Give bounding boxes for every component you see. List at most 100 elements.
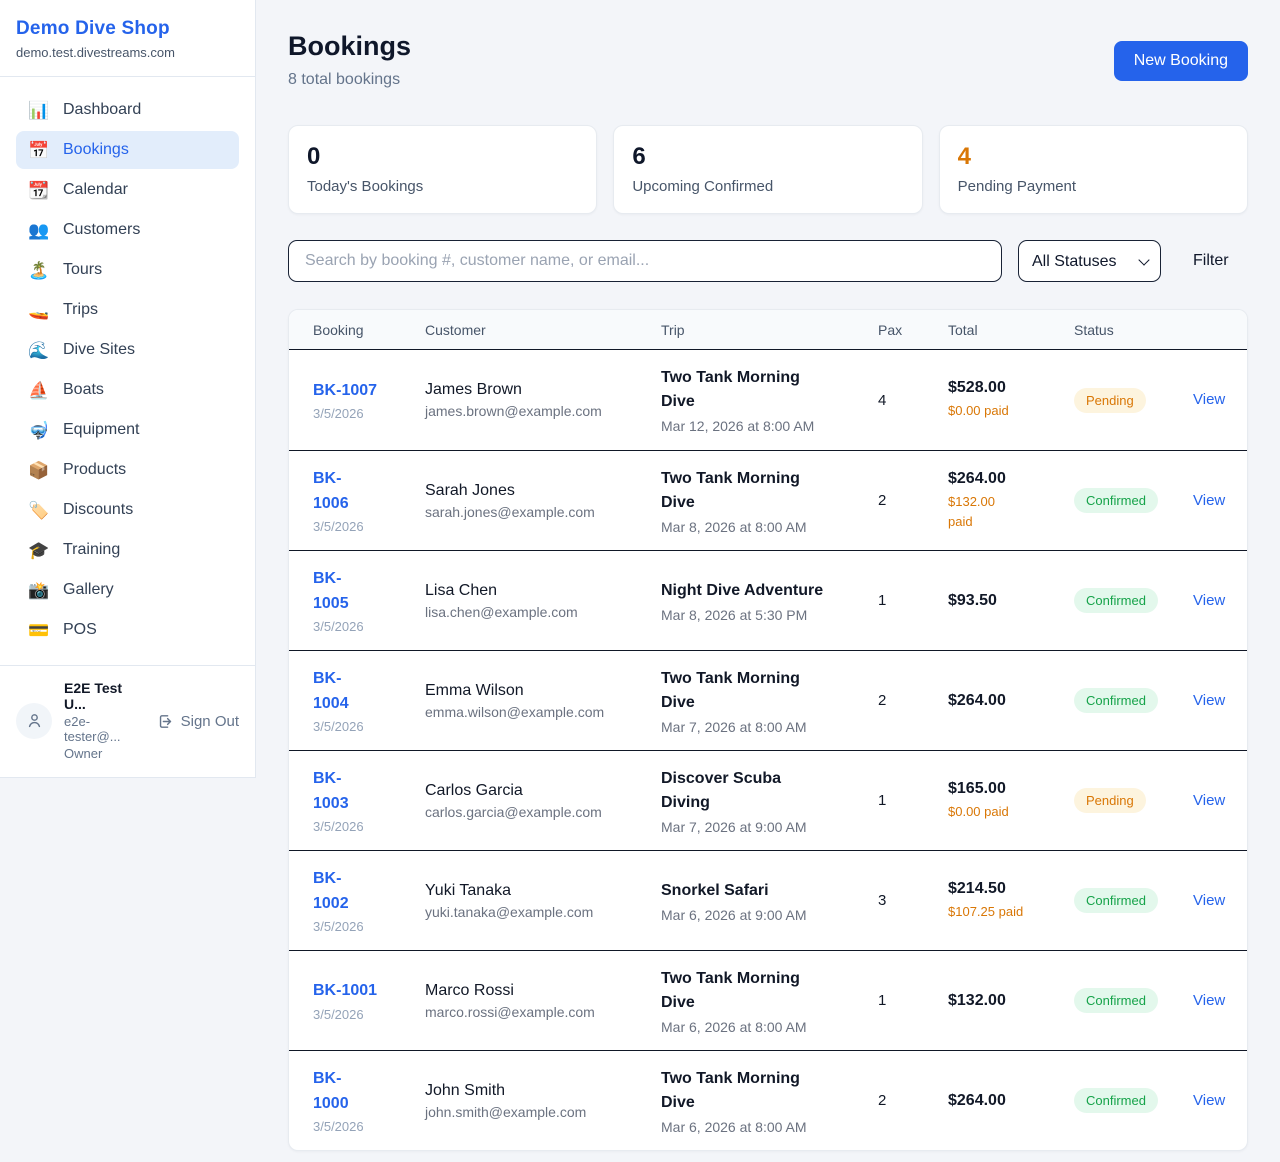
sidebar-item-discounts[interactable]: 🏷️ Discounts — [16, 491, 239, 529]
column-header-booking: Booking — [313, 322, 425, 338]
booking-id-link[interactable]: BK- 1006 — [313, 467, 411, 517]
sidebar-item-pos[interactable]: 💳 POS — [16, 611, 239, 649]
sidebar-item-label: Training — [63, 541, 120, 559]
user-email: e2e-tester@... — [64, 714, 145, 744]
status-select[interactable]: All Statuses — [1018, 240, 1161, 282]
column-header-pax: Pax — [878, 322, 948, 338]
status-badge: Confirmed — [1074, 688, 1158, 713]
customer-name: Carlos Garcia — [425, 782, 647, 800]
logout-icon — [157, 713, 174, 730]
paid-amount: $0.00 paid — [948, 802, 1060, 822]
view-link[interactable]: View — [1193, 592, 1225, 609]
view-link[interactable]: View — [1193, 792, 1225, 809]
status-badge: Confirmed — [1074, 988, 1158, 1013]
stat-card-today-s-bookings: 0 Today's Bookings — [288, 125, 597, 214]
status-badge: Confirmed — [1074, 488, 1158, 513]
pax-count: 3 — [878, 892, 948, 909]
sidebar-item-trips[interactable]: 🚤 Trips — [16, 291, 239, 329]
sign-out-button[interactable]: Sign Out — [157, 713, 239, 730]
total-amount: $264.00 — [948, 1092, 1060, 1110]
sidebar-item-tours[interactable]: 🏝️ Tours — [16, 251, 239, 289]
table-row: BK- 1005 3/5/2026 Lisa Chen lisa.chen@ex… — [289, 550, 1247, 650]
booking-id-link[interactable]: BK- 1004 — [313, 667, 411, 717]
booking-id-link[interactable]: BK- 1003 — [313, 767, 411, 817]
trip-name: Two Tank Morning Dive — [661, 467, 864, 515]
stats-cards: 0Today's Bookings6Upcoming Confirmed4Pen… — [288, 125, 1248, 214]
table-row: BK- 1004 3/5/2026 Emma Wilson emma.wilso… — [289, 650, 1247, 750]
stat-value: 0 — [307, 143, 578, 171]
sidebar-item-gallery[interactable]: 📸 Gallery — [16, 571, 239, 609]
view-link[interactable]: View — [1193, 692, 1225, 709]
speedboat-icon: 🚤 — [28, 302, 50, 319]
booking-id-link[interactable]: BK- 1005 — [313, 567, 411, 617]
table-row: BK- 1002 3/5/2026 Yuki Tanaka yuki.tanak… — [289, 850, 1247, 950]
booking-id-link[interactable]: BK-1007 — [313, 379, 411, 404]
sidebar-item-training[interactable]: 🎓 Training — [16, 531, 239, 569]
table-row: BK- 1006 3/5/2026 Sarah Jones sarah.jone… — [289, 450, 1247, 550]
view-link[interactable]: View — [1193, 892, 1225, 909]
sidebar-item-customers[interactable]: 👥 Customers — [16, 211, 239, 249]
sidebar-item-products[interactable]: 📦 Products — [16, 451, 239, 489]
customer-email: sarah.jones@example.com — [425, 504, 647, 520]
user-footer: E2E Test U... e2e-tester@... Owner Sign … — [0, 665, 255, 777]
trip-name: Discover Scuba Diving — [661, 767, 864, 815]
view-link[interactable]: View — [1193, 492, 1225, 509]
avatar — [16, 703, 52, 739]
booking-id-link[interactable]: BK-1001 — [313, 979, 411, 1004]
calendar-icon: 📅 — [28, 142, 50, 159]
sidebar-item-bookings[interactable]: 📅 Bookings — [16, 131, 239, 169]
trip-datetime: Mar 6, 2026 at 9:00 AM — [661, 907, 864, 923]
booking-date: 3/5/2026 — [313, 406, 411, 421]
customer-name: Yuki Tanaka — [425, 882, 647, 900]
trip-datetime: Mar 6, 2026 at 8:00 AM — [661, 1019, 864, 1035]
view-link[interactable]: View — [1193, 992, 1225, 1009]
customer-name: Sarah Jones — [425, 482, 647, 500]
filter-button[interactable]: Filter — [1193, 252, 1229, 270]
booking-id-link[interactable]: BK- 1000 — [313, 1067, 411, 1117]
stat-card-pending-payment: 4Pending Payment — [939, 125, 1248, 214]
booking-date: 3/5/2026 — [313, 1007, 411, 1022]
sidebar-item-label: Calendar — [63, 181, 128, 199]
trip-datetime: Mar 7, 2026 at 8:00 AM — [661, 719, 864, 735]
customer-email: marco.rossi@example.com — [425, 1004, 647, 1020]
people-icon: 👥 — [28, 222, 50, 239]
user-info: E2E Test U... e2e-tester@... Owner — [64, 680, 145, 761]
column-header-customer: Customer — [425, 322, 661, 338]
sidebar-item-dashboard[interactable]: 📊 Dashboard — [16, 91, 239, 129]
total-amount: $264.00 — [948, 692, 1060, 710]
sidebar-item-label: Gallery — [63, 581, 114, 599]
camera-icon: 📸 — [28, 582, 50, 599]
user-role: Owner — [64, 746, 145, 761]
pax-count: 1 — [878, 592, 948, 609]
stat-label: Upcoming Confirmed — [632, 178, 903, 195]
customer-name: Lisa Chen — [425, 582, 647, 600]
table-row: BK- 1000 3/5/2026 John Smith john.smith@… — [289, 1050, 1247, 1150]
wave-icon: 🌊 — [28, 342, 50, 359]
column-header-trip: Trip — [661, 322, 878, 338]
column-header-status: Status — [1074, 322, 1193, 338]
package-icon: 📦 — [28, 462, 50, 479]
column-header-total: Total — [948, 322, 1074, 338]
stat-label: Today's Bookings — [307, 178, 578, 195]
credit-card-icon: 💳 — [28, 622, 50, 639]
customer-name: James Brown — [425, 381, 647, 399]
trip-datetime: Mar 7, 2026 at 9:00 AM — [661, 819, 864, 835]
search-input[interactable] — [288, 240, 1002, 282]
new-booking-button[interactable]: New Booking — [1114, 41, 1248, 81]
sidebar-item-equipment[interactable]: 🤿 Equipment — [16, 411, 239, 449]
page-title: Bookings — [288, 31, 411, 62]
customer-name: Emma Wilson — [425, 682, 647, 700]
view-link[interactable]: View — [1193, 1092, 1225, 1109]
view-link[interactable]: View — [1193, 391, 1225, 408]
tag-icon: 🏷️ — [28, 502, 50, 519]
page-header: Bookings 8 total bookings New Booking — [288, 31, 1248, 89]
table-row: BK-1007 3/5/2026 James Brown james.brown… — [289, 350, 1247, 450]
booking-date: 3/5/2026 — [313, 819, 411, 834]
stat-label: Pending Payment — [958, 178, 1229, 195]
total-amount: $132.00 — [948, 992, 1060, 1010]
sidebar-item-calendar[interactable]: 📆 Calendar — [16, 171, 239, 209]
main-content: Bookings 8 total bookings New Booking 0 T… — [288, 0, 1248, 1151]
sidebar-item-dive-sites[interactable]: 🌊 Dive Sites — [16, 331, 239, 369]
booking-id-link[interactable]: BK- 1002 — [313, 867, 411, 917]
sidebar-item-boats[interactable]: ⛵ Boats — [16, 371, 239, 409]
